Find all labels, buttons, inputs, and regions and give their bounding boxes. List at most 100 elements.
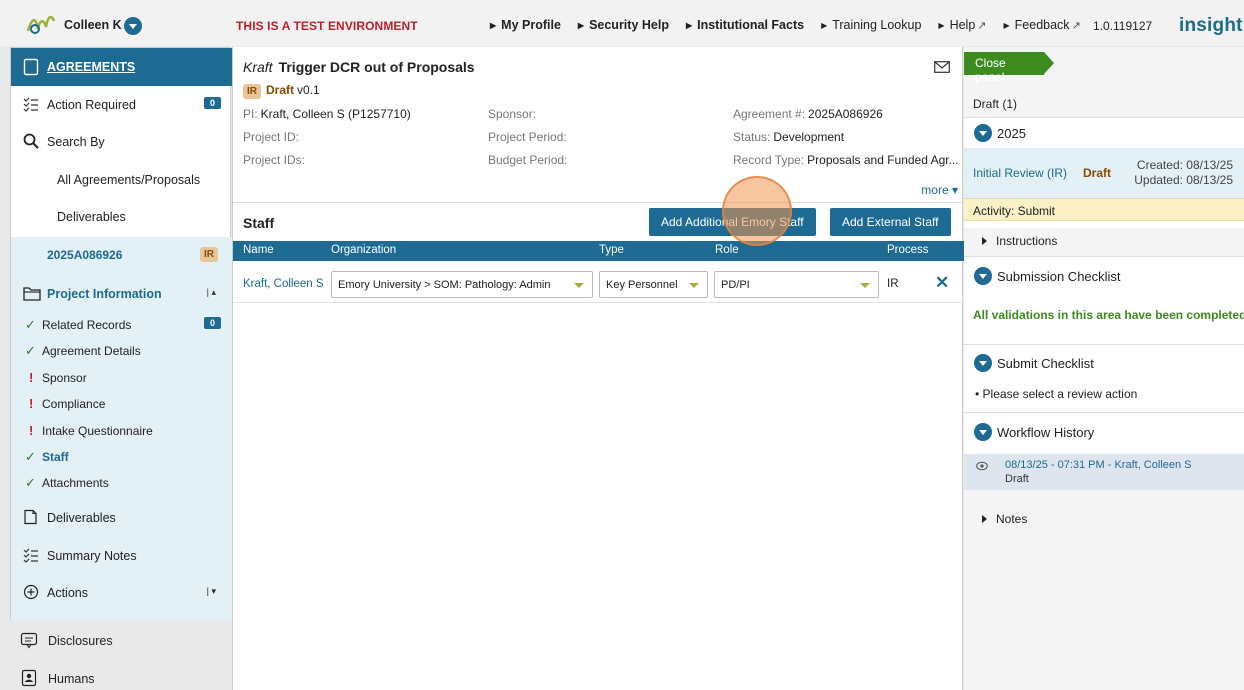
sidebar-item-label: Humans [48, 672, 95, 686]
action-required-count-badge: 0 [203, 97, 221, 109]
column-header-process[interactable]: Process [887, 244, 929, 256]
sidebar-subitem-attachments[interactable]: ✓ Attachments [11, 469, 232, 495]
staff-table-header: Name Organization Type Role Process [233, 241, 964, 261]
sidebar-item-label: Staff [42, 450, 69, 464]
collapse-chevron-icon[interactable] [974, 354, 992, 372]
notes-toggle[interactable]: Notes [982, 512, 1027, 526]
updated-date: Updated: 08/13/25 [1134, 173, 1233, 187]
add-external-staff-button[interactable]: Add External Staff [830, 208, 951, 236]
staff-name-link[interactable]: Kraft, Colleen S [243, 278, 324, 290]
section-title: Submit Checklist [997, 356, 1094, 371]
status-badge: IR [243, 84, 261, 99]
check-icon: ✓ [25, 317, 36, 332]
status-text: Draft [266, 83, 295, 97]
sidebar-item-summary-notes[interactable]: Summary Notes [11, 537, 232, 574]
review-item[interactable]: Initial Review (IR) Draft Created: 08/13… [964, 148, 1244, 198]
sidebar-item-label: All Agreements/Proposals [57, 173, 201, 187]
history-entry: 08/13/25 - 07:31 PM - Kraft, Colleen S D… [964, 454, 1244, 490]
sidebar-item-label: Action Required [47, 98, 136, 112]
sidebar-item-actions[interactable]: Actions | ▾ [11, 574, 232, 611]
column-header-type[interactable]: Type [599, 244, 624, 256]
review-status: Draft [1083, 166, 1112, 180]
collapse-caret-icon[interactable]: | ▴ [207, 287, 216, 298]
nav-institutional-facts[interactable]: ▶ Institutional Facts [686, 18, 804, 32]
collapse-chevron-icon[interactable] [974, 124, 992, 142]
sidebar-item-search-by[interactable]: Search By [11, 123, 232, 160]
add-circle-icon [23, 584, 39, 600]
sidebar-item-agreements[interactable]: AGREEMENTS [11, 48, 232, 86]
notes-section: Notes [964, 490, 1244, 690]
mail-icon[interactable] [934, 61, 950, 73]
disclosures-icon [20, 632, 38, 649]
sidebar-item-record-deliverables[interactable]: Deliverables [11, 499, 232, 536]
type-value: Key Personnel [606, 279, 678, 291]
submission-checklist-section: Submission Checklist All validations in … [964, 256, 1244, 344]
dropdown-arrow-icon [860, 283, 870, 288]
sidebar-item-deliverables[interactable]: Deliverables [11, 198, 232, 235]
field-agreement-number: Agreement #: 2025A086926 [733, 107, 883, 121]
left-sidebar: AGREEMENTS Action Required 0 Search By A… [10, 47, 232, 621]
table-row: Kraft, Colleen S Emory University > SOM:… [233, 265, 964, 303]
app-version: 1.0.119127 [1093, 19, 1153, 33]
user-menu-chevron-icon[interactable] [124, 17, 142, 35]
sidebar-subitem-compliance[interactable]: ! Compliance [11, 390, 232, 416]
section-title: Staff [243, 215, 275, 231]
column-header-name[interactable]: Name [243, 244, 274, 256]
nav-help[interactable]: ▶ Help ↗ [938, 18, 986, 32]
column-header-role[interactable]: Role [715, 244, 739, 256]
record-header: Kraft Trigger DCR out of Proposals IR Draf… [233, 47, 964, 203]
sidebar-item-all-agreements[interactable]: All Agreements/Proposals [11, 161, 232, 198]
record-version: v0.1 [297, 83, 320, 97]
instructions-toggle[interactable]: Instructions [982, 234, 1057, 248]
sidebar-subitem-related-records[interactable]: ✓ Related Records 0 [11, 311, 232, 337]
checklist-item: • Please select a review action [975, 387, 1138, 401]
expand-caret-icon[interactable]: | ▾ [207, 586, 216, 597]
sidebar-item-humans[interactable]: Humans [10, 659, 231, 690]
more-toggle[interactable]: more ▾ [921, 183, 958, 197]
checklist-icon [23, 97, 38, 112]
sidebar-item-label: Search By [47, 135, 105, 149]
user-name[interactable]: Colleen K [64, 18, 122, 32]
sidebar-item-project-information[interactable]: Project Information | ▴ [11, 275, 232, 311]
sidebar-item-label: Actions [47, 586, 88, 600]
eye-icon[interactable] [976, 461, 988, 471]
organization-select[interactable]: Emory University > SOM: Pathology: Admin [331, 271, 593, 298]
nav-training-lookup[interactable]: ▶ Training Lookup [821, 18, 921, 32]
record-status-badge: IR [200, 247, 218, 262]
dropdown-arrow-icon [574, 283, 584, 288]
main-panel: Kraft Trigger DCR out of Proposals IR Draf… [232, 47, 964, 690]
type-select[interactable]: Key Personnel [599, 271, 708, 298]
right-panel: Close panel Draft (1) 2025 Initial Revie… [964, 47, 1244, 690]
sidebar-subitem-agreement-details[interactable]: ✓ Agreement Details [11, 337, 232, 363]
record-status: IR Draft v0.1 [243, 83, 320, 99]
record-id-link[interactable]: 2025A086926 [47, 248, 122, 262]
collapse-chevron-icon[interactable] [974, 267, 992, 285]
field-project-period: Project Period: [488, 130, 567, 144]
check-icon: ✓ [25, 475, 36, 490]
instructions-section[interactable]: Instructions [964, 228, 1244, 256]
sidebar-item-label: AGREEMENTS [47, 60, 136, 74]
nav-security-help[interactable]: ▶ Security Help [578, 18, 669, 32]
workflow-history-section: Workflow History 08/13/25 - 07:31 PM - K… [964, 412, 1244, 490]
field-sponsor: Sponsor: [488, 107, 537, 121]
nav-feedback[interactable]: ▶ Feedback ↗ [1004, 18, 1081, 32]
sidebar-subitem-staff[interactable]: ✓ Staff [11, 443, 232, 469]
review-link[interactable]: Initial Review (IR) [973, 166, 1067, 180]
collapse-chevron-icon[interactable] [974, 423, 992, 441]
role-select[interactable]: PD/PI [714, 271, 879, 298]
column-header-organization[interactable]: Organization [331, 244, 396, 256]
test-environment-banner: THIS IS A TEST ENVIRONMENT [236, 19, 418, 33]
brand-logo[interactable]: insight [1179, 15, 1243, 37]
dropdown-arrow-icon [689, 283, 699, 288]
remove-staff-icon[interactable]: ✕ [935, 273, 949, 293]
related-records-count-badge: 0 [203, 317, 221, 329]
close-panel-button[interactable]: Close panel [964, 52, 1054, 84]
draft-count: Draft (1) [973, 97, 1018, 111]
sidebar-item-disclosures[interactable]: Disclosures [10, 621, 231, 657]
nav-my-profile[interactable]: ▶ My Profile [490, 18, 561, 32]
sidebar-item-action-required[interactable]: Action Required 0 [11, 86, 232, 123]
sidebar-subitem-sponsor[interactable]: ! Sponsor [11, 364, 232, 390]
sidebar-subitem-intake-questionnaire[interactable]: ! Intake Questionnaire [11, 417, 232, 443]
sidebar-item-label: Related Records [42, 318, 132, 332]
field-budget-period: Budget Period: [488, 153, 568, 167]
